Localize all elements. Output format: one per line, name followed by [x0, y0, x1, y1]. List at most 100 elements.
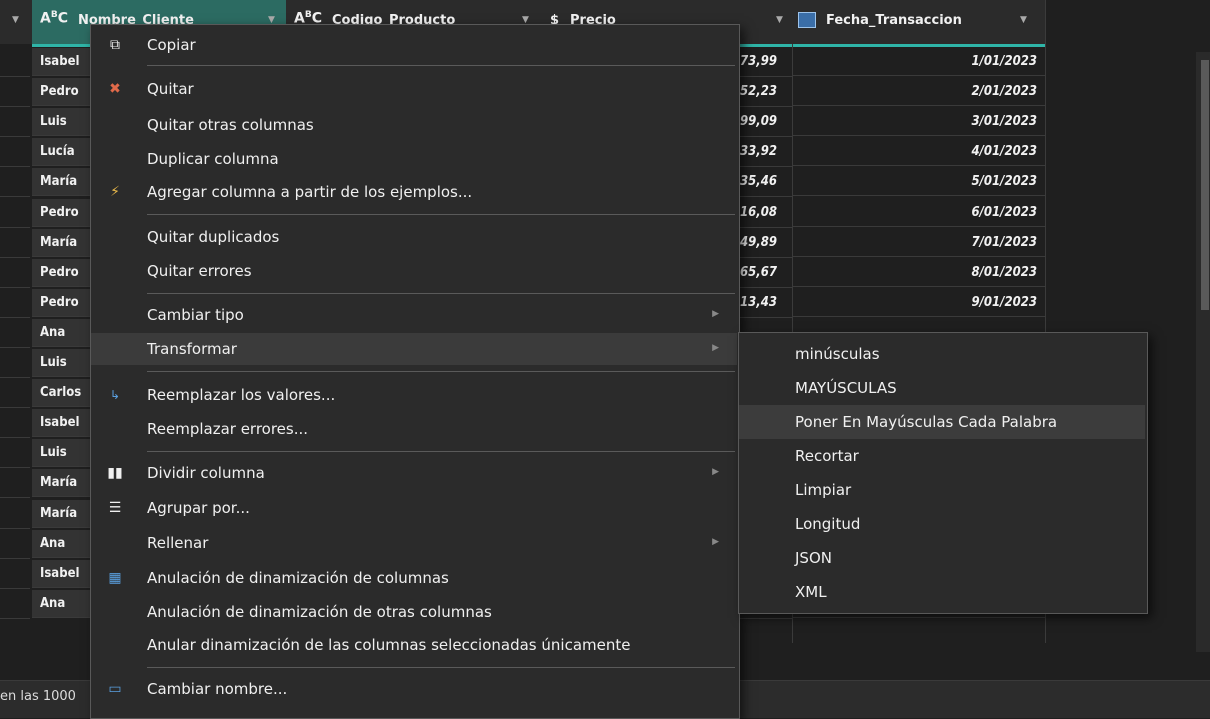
cell-nombre-cliente[interactable]: Isabel: [32, 560, 90, 588]
column-header-rownum[interactable]: ▼: [0, 0, 33, 44]
submenu-item-uppercase[interactable]: MAYÚSCULAS: [739, 371, 1145, 405]
cell-precio[interactable]: 35,46: [740, 168, 792, 197]
row-number-cell[interactable]: [0, 138, 30, 167]
cell-nombre-cliente[interactable]: Luis: [32, 349, 90, 377]
cell-nombre-cliente[interactable]: Lucía: [32, 138, 90, 166]
submenu-item-lowercase[interactable]: minúsculas: [739, 337, 1145, 371]
row-number-cell[interactable]: [0, 439, 30, 468]
cell-nombre-cliente[interactable]: Ana: [32, 590, 90, 618]
cell-nombre-cliente[interactable]: Ana: [32, 530, 90, 558]
row-number-cell[interactable]: [0, 319, 30, 348]
row-number-cell[interactable]: [0, 108, 30, 137]
cell-precio[interactable]: 49,89: [740, 229, 792, 258]
cell-nombre-cliente[interactable]: Pedro: [32, 78, 90, 106]
cell-fecha-transaccion[interactable]: 2/01/2023: [792, 78, 1045, 106]
chevron-down-icon[interactable]: ▼: [776, 15, 783, 25]
split-column-icon: ▮▮: [107, 465, 123, 481]
menu-item-label: Agregar columna a partir de los ejemplos…: [147, 183, 473, 201]
row-number-cell[interactable]: [0, 590, 30, 619]
cell-fecha-transaccion[interactable]: 6/01/2023: [792, 199, 1045, 227]
menu-item-remove[interactable]: ✖ Quitar: [91, 73, 737, 105]
row-number-cell[interactable]: [0, 229, 30, 258]
column-from-examples-icon: ⚡: [110, 184, 120, 200]
cell-nombre-cliente[interactable]: María: [32, 469, 90, 497]
row-number-cell[interactable]: [0, 199, 30, 228]
cell-nombre-cliente[interactable]: Pedro: [32, 199, 90, 227]
row-number-cell[interactable]: [0, 409, 30, 438]
row-number-cell[interactable]: [0, 469, 30, 498]
menu-item-fill[interactable]: Rellenar ▶: [91, 527, 737, 559]
row-number-cell[interactable]: [0, 560, 30, 589]
cell-nombre-cliente[interactable]: Luis: [32, 108, 90, 136]
menu-item-replace-values[interactable]: ↳ Reemplazar los valores...: [91, 379, 737, 411]
cell-nombre-cliente[interactable]: María: [32, 168, 90, 196]
chevron-down-icon[interactable]: ▼: [1020, 15, 1027, 25]
menu-item-add-column-from-examples[interactable]: ⚡ Agregar columna a partir de los ejempl…: [91, 176, 737, 208]
row-number-cell[interactable]: [0, 78, 30, 107]
submenu-item-label: Poner En Mayúsculas Cada Palabra: [795, 413, 1058, 431]
column-date-label: Fecha_Transaccion: [826, 13, 962, 28]
menu-item-copy[interactable]: ⧉ Copiar: [91, 29, 737, 61]
menu-item-remove-errors[interactable]: Quitar errores: [91, 255, 737, 287]
cell-precio[interactable]: 52,23: [740, 78, 792, 107]
cell-precio[interactable]: 65,67: [740, 259, 792, 288]
row-number-cell[interactable]: [0, 259, 30, 288]
cell-fecha-transaccion[interactable]: 8/01/2023: [792, 259, 1045, 287]
submenu-item-json[interactable]: JSON: [739, 541, 1145, 575]
cell-nombre-cliente[interactable]: Carlos: [32, 379, 90, 407]
cell-nombre-cliente[interactable]: Pedro: [32, 259, 90, 287]
cell-nombre-cliente[interactable]: Luis: [32, 439, 90, 467]
cell-precio[interactable]: 33,92: [740, 138, 792, 167]
menu-item-remove-duplicates[interactable]: Quitar duplicados: [91, 221, 737, 253]
submenu-item-capitalize-each-word[interactable]: Poner En Mayúsculas Cada Palabra: [739, 405, 1145, 439]
column-header-fecha-transaccion[interactable]: Fecha_Transaccion ▼: [792, 0, 1046, 44]
cell-fecha-transaccion[interactable]: 1/01/2023: [792, 48, 1045, 76]
submenu-item-trim[interactable]: Recortar: [739, 439, 1145, 473]
submenu-arrow-icon: ▶: [712, 309, 719, 319]
submenu-item-xml[interactable]: XML: [739, 575, 1145, 609]
cell-fecha-transaccion[interactable]: 7/01/2023: [792, 229, 1045, 257]
cell-fecha-transaccion[interactable]: 5/01/2023: [792, 168, 1045, 196]
unpivot-columns-icon: ▦: [108, 570, 122, 586]
cell-precio[interactable]: 13,43: [740, 289, 792, 318]
menu-item-transform[interactable]: Transformar ▶: [91, 333, 737, 365]
transform-submenu: minúsculas MAYÚSCULAS Poner En Mayúscula…: [738, 332, 1148, 614]
submenu-item-length[interactable]: Longitud: [739, 507, 1145, 541]
row-number-cell[interactable]: [0, 530, 30, 559]
cell-fecha-transaccion[interactable]: 3/01/2023: [792, 108, 1045, 136]
menu-item-replace-errors[interactable]: Reemplazar errores...: [91, 413, 737, 445]
row-number-cell[interactable]: [0, 289, 30, 318]
cell-precio[interactable]: 73,99: [740, 48, 792, 77]
chevron-down-icon[interactable]: ▼: [12, 15, 19, 25]
cell-precio[interactable]: 16,08: [740, 199, 792, 228]
row-number-cell[interactable]: [0, 349, 30, 378]
menu-item-unpivot-other-columns[interactable]: Anulación de dinamización de otras colum…: [91, 596, 737, 628]
menu-item-change-type[interactable]: Cambiar tipo ▶: [91, 299, 737, 331]
submenu-item-clean[interactable]: Limpiar: [739, 473, 1145, 507]
menu-item-unpivot-selected-only[interactable]: Anular dinamización de las columnas sele…: [91, 629, 737, 661]
menu-item-rename[interactable]: ▭ Cambiar nombre...: [91, 673, 737, 705]
menu-item-split-column[interactable]: ▮▮ Dividir columna ▶: [91, 457, 737, 489]
cell-precio[interactable]: 99,09: [740, 108, 792, 137]
abc-type-icon[interactable]: ABC: [40, 10, 68, 27]
cell-nombre-cliente[interactable]: María: [32, 229, 90, 257]
row-number-cell[interactable]: [0, 500, 30, 529]
cell-nombre-cliente[interactable]: Isabel: [32, 409, 90, 437]
rename-icon: ▭: [108, 681, 122, 697]
cell-nombre-cliente[interactable]: Ana: [32, 319, 90, 347]
row-number-cell[interactable]: [0, 168, 30, 197]
cell-nombre-cliente[interactable]: Pedro: [32, 289, 90, 317]
menu-item-label: Anulación de dinamización de columnas: [147, 569, 449, 587]
row-number-cell[interactable]: [0, 48, 30, 77]
menu-item-duplicate-column[interactable]: Duplicar columna: [91, 143, 737, 175]
cell-fecha-transaccion[interactable]: 9/01/2023: [792, 289, 1045, 317]
menu-item-remove-other-columns[interactable]: Quitar otras columnas: [91, 109, 737, 141]
menu-item-group-by[interactable]: ☰ Agrupar por...: [91, 492, 737, 524]
calendar-icon[interactable]: [798, 12, 816, 28]
menu-item-unpivot-columns[interactable]: ▦ Anulación de dinamización de columnas: [91, 562, 737, 594]
cell-nombre-cliente[interactable]: Isabel: [32, 48, 90, 76]
cell-fecha-transaccion[interactable]: 4/01/2023: [792, 138, 1045, 166]
row-number-cell[interactable]: [0, 379, 30, 408]
cell-nombre-cliente[interactable]: María: [32, 500, 90, 528]
scrollbar-thumb[interactable]: [1201, 60, 1209, 310]
